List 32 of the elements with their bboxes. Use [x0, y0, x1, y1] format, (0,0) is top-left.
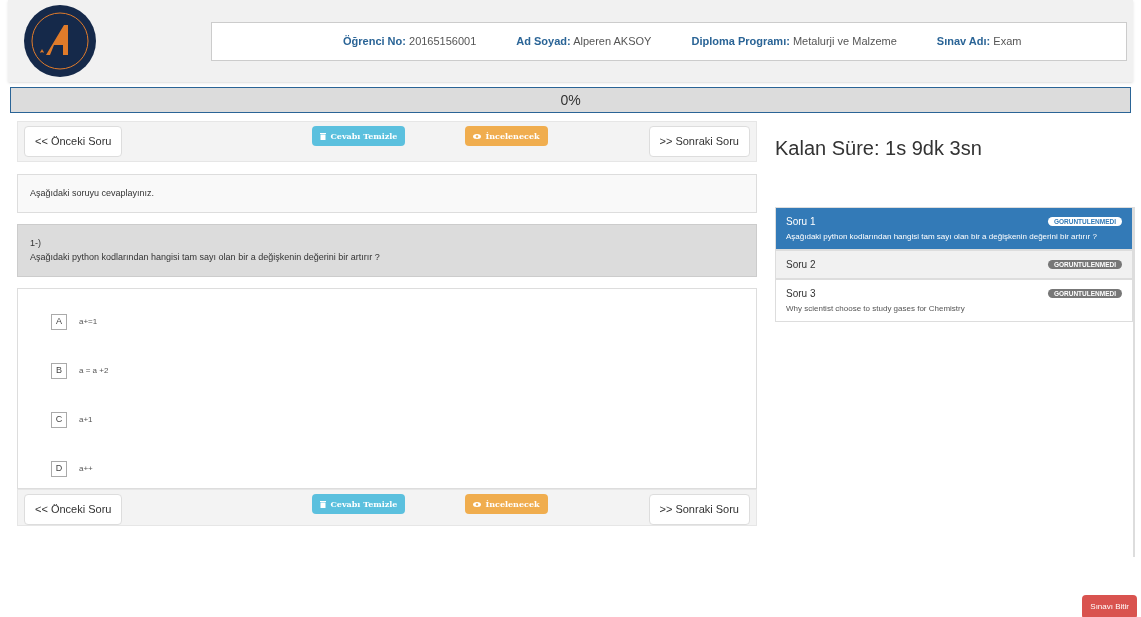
previous-question-button[interactable]: << Önceki Soru — [24, 126, 123, 157]
info-field: Sınav Adı: Exam — [936, 32, 1022, 50]
option-letter[interactable]: A — [51, 314, 67, 330]
next-question-button[interactable]: >> Sonraki Soru — [648, 494, 750, 525]
question-text: Aşağıdaki python kodlarından hangisi tam sayı olan bir a değişkenin değerini bir artırır ? — [30, 250, 381, 264]
option-letter[interactable]: D — [51, 461, 67, 477]
eye-icon — [473, 501, 482, 507]
option-text: a+=1 — [79, 316, 98, 328]
option-text: a = a +2 — [79, 365, 109, 377]
option-letter[interactable]: B — [51, 363, 67, 379]
question-title: Soru 3 — [786, 287, 816, 301]
info-field: Diploma Programı: Metalurji ve Malzeme — [691, 32, 897, 50]
question-summary: Why scientist choose to study gases for Chemistry — [786, 303, 966, 315]
next-question-button[interactable]: >> Sonraki Soru — [648, 126, 750, 157]
info-field: Ad Soyad: Alperen AKSOY — [516, 32, 652, 50]
question-summary: Aşağıdaki python kodlarından hangisi tam sayı olan bir a değişkenin değerini bir artırır ? — [786, 231, 1098, 243]
university-logo — [24, 5, 96, 77]
option-text: a++ — [79, 463, 93, 475]
trash-icon — [320, 132, 327, 140]
trash-icon — [320, 500, 327, 508]
previous-question-button[interactable]: << Önceki Soru — [24, 494, 123, 525]
question-title: Soru 2 — [786, 258, 816, 272]
option-letter[interactable]: C — [51, 412, 67, 428]
option-text: a+1 — [79, 414, 93, 426]
remaining-time: Kalan Süre: 1s 9dk 3sn — [775, 136, 983, 161]
progress-reading: 0% — [560, 90, 581, 110]
instruction-panel: Aşağıdaki soruyu cevaplayınız. — [17, 173, 757, 213]
question-title: Soru 1 — [786, 215, 816, 229]
eye-icon — [473, 133, 482, 139]
info-field: Öğrenci No: 20165156001 — [343, 32, 477, 50]
finish-exam-button[interactable]: Sınavı Bitir — [1082, 595, 1137, 617]
question-number: 1-) — [30, 237, 42, 250]
